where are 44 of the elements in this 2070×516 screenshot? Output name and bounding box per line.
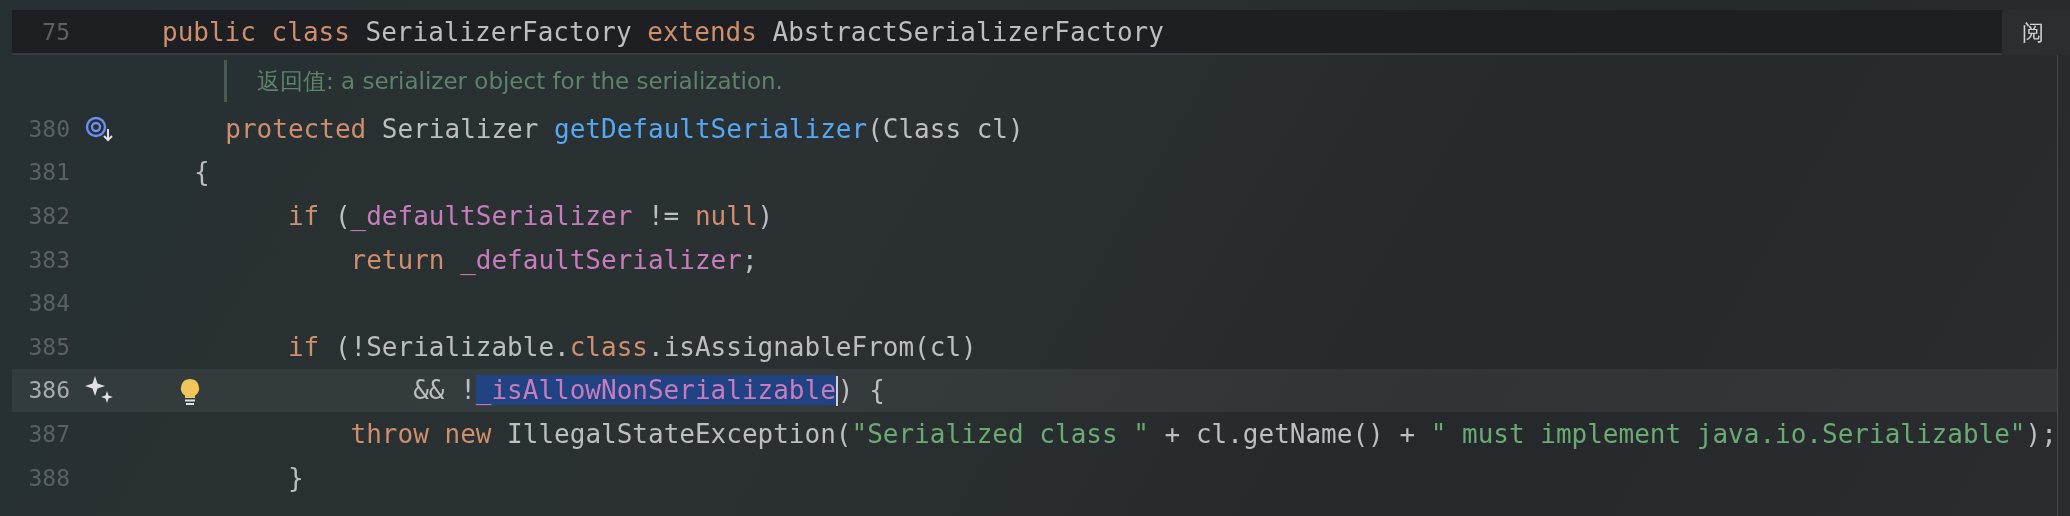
sticky-header[interactable]: 75 public class SerializerFactory extends AbstractSerializerFactory — [12, 10, 2002, 55]
code-text: ! — [460, 374, 476, 405]
keyword: throw — [350, 418, 429, 449]
keyword: if — [287, 331, 320, 362]
code-text: (!Serializable. — [334, 331, 570, 362]
code-text: ) — [837, 374, 854, 405]
code-text: .isAssignableFrom(cl) — [648, 331, 977, 362]
code-text: cl.getName() — [1195, 418, 1384, 449]
line-number: 386 — [27, 377, 70, 404]
code-text: Serializer — [381, 113, 539, 144]
code-text: && — [413, 374, 445, 405]
keyword: class — [271, 16, 350, 47]
keyword: return — [350, 244, 445, 275]
code-text: ; — [741, 244, 758, 275]
keyword: null — [694, 201, 758, 231]
code-text: + — [1164, 418, 1181, 449]
keyword: new — [444, 418, 492, 449]
code-text: + — [1399, 418, 1416, 449]
code-text: ); — [2025, 418, 2057, 449]
code-text: SerializerFactory — [365, 16, 632, 47]
override-marker-icon[interactable] — [84, 114, 116, 143]
code-text: (Class cl) — [867, 113, 1024, 144]
keyword: public — [162, 16, 256, 47]
lightbulb-icon[interactable] — [178, 377, 202, 406]
field-name: _defaultSerializer — [350, 201, 633, 231]
code-text: ( — [334, 201, 351, 231]
code-text: { — [194, 157, 210, 188]
keyword: extends — [647, 16, 757, 47]
line-number: 75 — [41, 18, 70, 45]
code-text: ) — [757, 201, 774, 231]
selected-text: _isAllowNonSerializable — [475, 374, 836, 405]
doc-comment: 返回值: a serializer object for the serialization. — [224, 60, 783, 102]
keyword: class — [569, 331, 648, 362]
code-text: AbstractSerializerFactory — [772, 16, 1164, 47]
field-name: _defaultSerializer — [460, 244, 742, 275]
code-text: IllegalStateException( — [507, 418, 852, 449]
string-literal: "Serialized class " — [851, 418, 1149, 449]
code-text: != — [647, 201, 680, 231]
method-name: getDefaultSerializer — [554, 113, 868, 144]
code-text: { — [869, 374, 885, 405]
string-literal: " must implement java.io.Serializable" — [1430, 418, 2026, 449]
code-text: } — [287, 462, 304, 493]
keyword: protected — [225, 113, 367, 144]
keyword: if — [287, 201, 320, 231]
